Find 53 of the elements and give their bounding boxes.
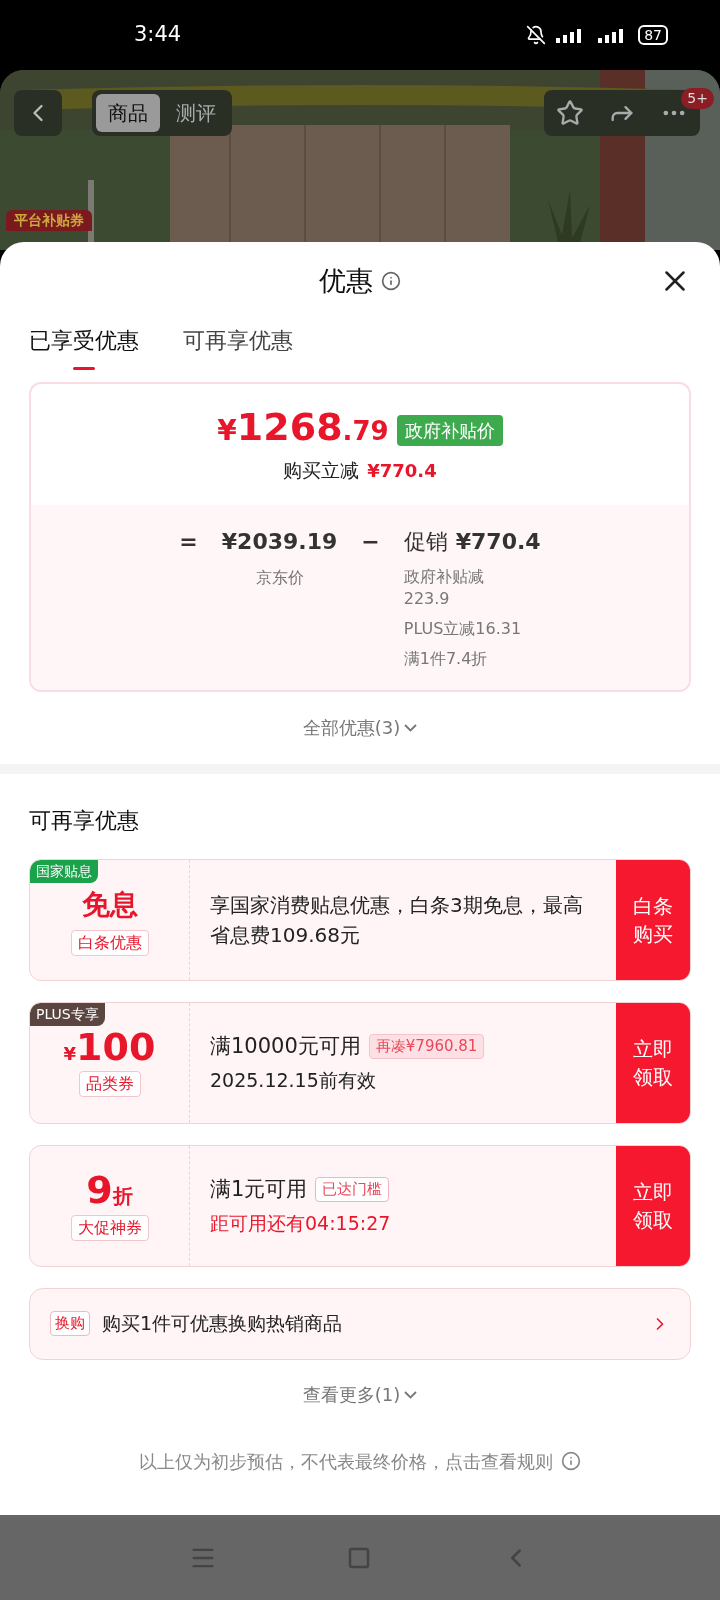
product-tab[interactable]: 测评 xyxy=(164,94,228,132)
offer-tab[interactable]: 可再享优惠 xyxy=(183,320,293,370)
coupon-value: ¥100 xyxy=(63,1028,156,1067)
section-heading: 可再享优惠 xyxy=(28,806,140,835)
coupon-value: 9折 xyxy=(86,1170,133,1211)
equals-sign: = xyxy=(179,527,198,556)
product-tab[interactable]: 商品 xyxy=(96,94,160,132)
subsidy-tag: 平台补贴券 xyxy=(6,210,92,231)
coupon-corner-tag: PLUS专享 xyxy=(30,1002,105,1026)
status-time: 3:44 xyxy=(134,21,182,49)
coupon-type-label: 品类券 xyxy=(78,1071,141,1097)
swap-tag: 换购 xyxy=(50,1311,90,1336)
info-icon[interactable] xyxy=(561,1451,581,1471)
disclaimer-text[interactable]: 以上仅为初步预估，不代表最终价格，点击查看规则 xyxy=(139,1447,553,1475)
promo-detail: 满1件7.4折 xyxy=(403,647,489,670)
promo-detail: 政府补贴减223.9 xyxy=(403,565,485,610)
final-price: ¥1268.79 xyxy=(217,408,389,451)
coupon-corner-tag: 国家贴息 xyxy=(30,859,98,883)
base-price: ¥2039.19 xyxy=(221,527,338,556)
promo-detail: PLUS立减16.31 xyxy=(403,617,522,640)
price-tag: 政府补贴价 xyxy=(396,414,503,446)
chevron-down-icon xyxy=(404,723,418,732)
coupon-type-label: 白条优惠 xyxy=(70,929,149,956)
coupon-validity: 距可用还有04:15:27 xyxy=(210,1211,391,1236)
expand-link[interactable]: 全部优惠(3) xyxy=(302,714,418,741)
claim-button[interactable]: 立即领取 xyxy=(616,1145,690,1266)
battery-level: 87 xyxy=(638,25,668,45)
promo-value: ¥770.4 xyxy=(455,527,541,556)
coupon-value: 免息 xyxy=(81,886,138,923)
coupon-condition: 满10000元可用 xyxy=(210,1032,361,1060)
swap-offer-text: 购买1件可优惠换购热销商品 xyxy=(102,1311,344,1337)
see-more-link[interactable]: 查看更多(1) xyxy=(302,1381,418,1408)
coupon-validity: 2025.12.15前有效 xyxy=(210,1068,377,1093)
minus-sign: − xyxy=(361,527,380,556)
saving-value: ¥770.4 xyxy=(367,458,437,483)
coupon-description: 享国家消费贴息优惠，白条3期免息，最高省息费109.68元 xyxy=(210,891,584,949)
coupon-condition: 满1元可用 xyxy=(210,1175,308,1203)
saving-label: 购买立减 xyxy=(283,458,360,483)
mute-icon xyxy=(526,25,547,45)
promo-label: 促销 xyxy=(403,527,448,556)
coupon-chip: 再凑¥7960.81 xyxy=(368,1034,485,1059)
chevron-down-icon xyxy=(404,1390,418,1399)
coupon-type-label: 大促神券 xyxy=(70,1214,149,1241)
coupon-chip: 已达门槛 xyxy=(315,1177,390,1202)
sheet-title: 优惠 xyxy=(319,263,373,298)
claim-button[interactable]: 立即领取 xyxy=(616,1002,690,1123)
favorite-icon[interactable] xyxy=(556,99,584,127)
base-price-label: 京东价 xyxy=(255,566,304,589)
offer-tab[interactable]: 已享受优惠 xyxy=(29,320,139,370)
info-icon[interactable] xyxy=(381,271,401,291)
back-button[interactable] xyxy=(14,90,62,136)
swap-offer-row[interactable]: 换购 购买1件可优惠换购热销商品 xyxy=(29,1287,691,1360)
claim-button[interactable]: 白条购买 xyxy=(616,859,690,980)
